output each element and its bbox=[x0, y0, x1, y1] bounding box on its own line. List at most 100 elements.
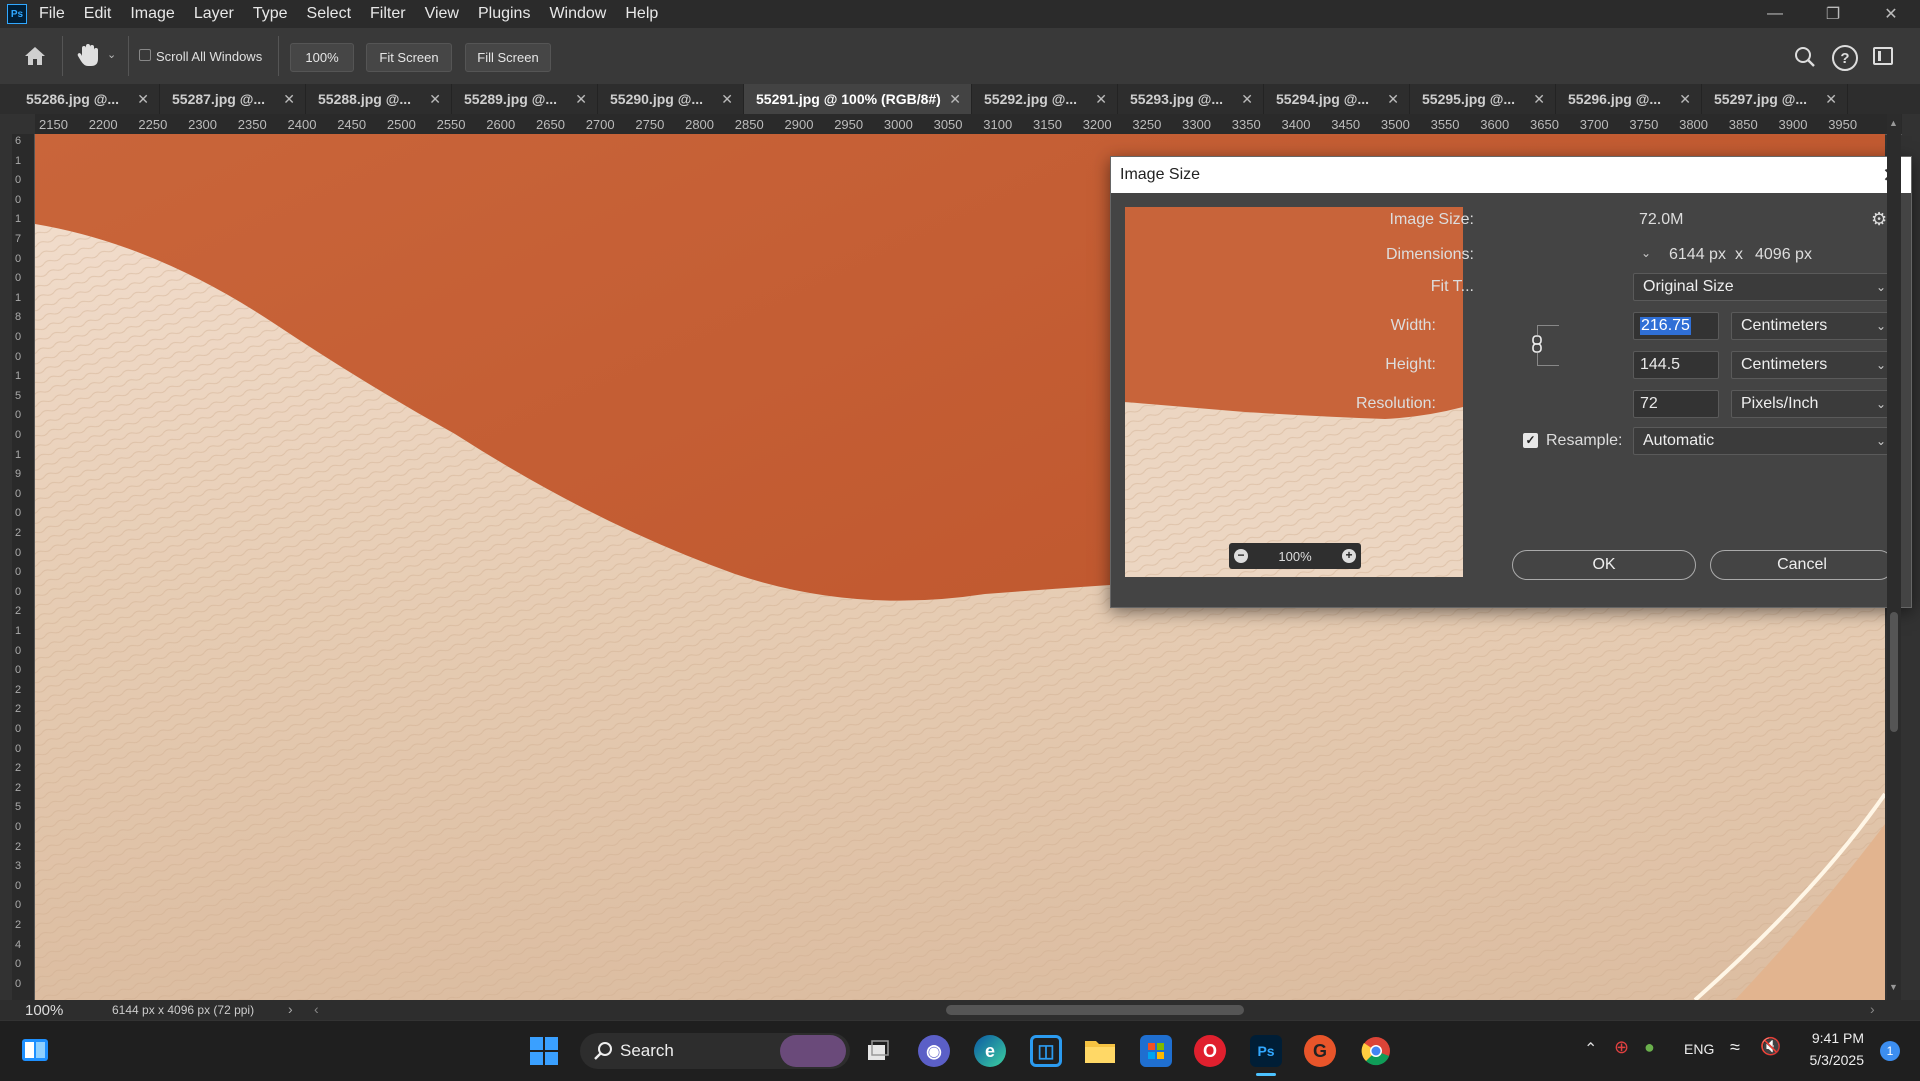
vertical-scrollbar[interactable]: ▲ ▼ bbox=[1887, 114, 1901, 1000]
height-input[interactable]: 144.5 bbox=[1633, 351, 1719, 379]
zoom-100-button[interactable]: 100% bbox=[290, 43, 354, 72]
status-zoom[interactable]: 100% bbox=[25, 1002, 63, 1019]
scroll-down-icon[interactable]: ▼ bbox=[1889, 982, 1898, 992]
close-tab-icon[interactable]: ✕ bbox=[1679, 91, 1691, 108]
search-icon[interactable] bbox=[1793, 45, 1817, 74]
horizontal-scroll-thumb[interactable] bbox=[946, 1005, 1244, 1015]
tab-55293[interactable]: 55293.jpg @... ✕ bbox=[1118, 84, 1264, 114]
restore-icon[interactable]: ❐ bbox=[1804, 0, 1862, 28]
close-tab-icon[interactable]: ✕ bbox=[721, 91, 733, 108]
tab-55289[interactable]: 55289.jpg @... ✕ bbox=[452, 84, 598, 114]
menu-filter[interactable]: Filter bbox=[370, 5, 406, 23]
height-unit-select[interactable]: Centimeters ⌄ bbox=[1731, 351, 1895, 379]
zoom-out-icon[interactable]: − bbox=[1234, 549, 1248, 563]
scroll-up-icon[interactable]: ▲ bbox=[1889, 118, 1898, 128]
tab-55292[interactable]: 55292.jpg @... ✕ bbox=[972, 84, 1118, 114]
photoshop-taskbar-icon[interactable]: Ps bbox=[1250, 1035, 1282, 1067]
close-window-icon[interactable]: ✕ bbox=[1862, 0, 1920, 28]
close-tab-icon[interactable]: ✕ bbox=[1533, 91, 1545, 108]
menu-view[interactable]: View bbox=[425, 5, 459, 23]
horizontal-ruler[interactable]: 2150 2200 2250 2300 2350 2400 2450 2500 2550 2600… bbox=[35, 114, 1902, 135]
width-input[interactable]: 216.75 bbox=[1633, 312, 1719, 340]
close-tab-icon[interactable]: ✕ bbox=[575, 91, 587, 108]
scroll-all-windows-checkbox[interactable] bbox=[139, 49, 151, 61]
taskbar-search-box[interactable]: Search bbox=[580, 1033, 850, 1069]
constrain-proportions-link-icon[interactable] bbox=[1531, 335, 1543, 353]
teams-chat-icon[interactable]: ◉ bbox=[918, 1035, 950, 1067]
hand-tool-icon[interactable] bbox=[76, 42, 100, 68]
widgets-icon[interactable] bbox=[20, 1035, 50, 1065]
opera-browser-icon[interactable]: O bbox=[1194, 1035, 1226, 1067]
menu-image[interactable]: Image bbox=[130, 5, 174, 23]
menu-edit[interactable]: Edit bbox=[84, 5, 112, 23]
fit-to-select[interactable]: Original Size ⌄ bbox=[1633, 273, 1895, 301]
cancel-button[interactable]: Cancel bbox=[1710, 550, 1894, 580]
help-icon[interactable]: ? bbox=[1832, 45, 1858, 71]
workspace-icon[interactable] bbox=[1873, 47, 1893, 65]
tab-55287[interactable]: 55287.jpg @... ✕ bbox=[160, 84, 306, 114]
tab-55286[interactable]: 55286.jpg @... ✕ bbox=[14, 84, 160, 114]
menu-help[interactable]: Help bbox=[625, 5, 658, 23]
width-unit-select[interactable]: Centimeters ⌄ bbox=[1731, 312, 1895, 340]
minimize-icon[interactable]: — bbox=[1746, 0, 1804, 28]
microsoft-store-icon[interactable] bbox=[1140, 1035, 1172, 1067]
menu-window[interactable]: Window bbox=[549, 5, 606, 23]
tool-preset-chevron-icon[interactable]: ⌄ bbox=[107, 48, 116, 61]
scroll-left-icon[interactable]: ‹ bbox=[314, 1001, 319, 1017]
resample-checkbox[interactable]: ✓ bbox=[1523, 433, 1538, 448]
menu-file[interactable]: File bbox=[39, 5, 65, 23]
tab-55295[interactable]: 55295.jpg @... ✕ bbox=[1410, 84, 1556, 114]
menu-layer[interactable]: Layer bbox=[194, 5, 234, 23]
resolution-unit-select[interactable]: Pixels/Inch ⌄ bbox=[1731, 390, 1895, 418]
network-globe-tray-icon[interactable]: ● bbox=[1644, 1037, 1655, 1058]
language-indicator[interactable]: ENG bbox=[1684, 1041, 1714, 1057]
tab-55291-active[interactable]: 55291.jpg @ 100% (RGB/8#) ✕ bbox=[744, 84, 972, 114]
task-view-icon[interactable] bbox=[862, 1035, 894, 1067]
fill-screen-button[interactable]: Fill Screen bbox=[465, 43, 551, 72]
menu-plugins[interactable]: Plugins bbox=[478, 5, 530, 23]
resample-select[interactable]: Automatic ⌄ bbox=[1633, 427, 1895, 455]
home-icon[interactable] bbox=[22, 44, 48, 68]
close-tab-icon[interactable]: ✕ bbox=[1241, 91, 1253, 108]
clock-date[interactable]: 5/3/2025 bbox=[1784, 1052, 1865, 1068]
close-tab-icon[interactable]: ✕ bbox=[1825, 91, 1837, 108]
show-hidden-icons-icon[interactable]: ⌃ bbox=[1584, 1039, 1597, 1059]
dimensions-height-value: 4096 px bbox=[1755, 246, 1812, 263]
scroll-right-icon[interactable]: › bbox=[1870, 1001, 1875, 1017]
zoom-in-icon[interactable]: + bbox=[1342, 549, 1356, 563]
grammarly-icon[interactable]: G bbox=[1304, 1035, 1336, 1067]
status-expand-icon[interactable]: › bbox=[288, 1001, 293, 1017]
menu-select[interactable]: Select bbox=[307, 5, 351, 23]
snipping-tool-icon[interactable]: ◫ bbox=[1030, 1035, 1062, 1067]
vertical-scroll-thumb[interactable] bbox=[1890, 612, 1898, 732]
fit-screen-button[interactable]: Fit Screen bbox=[366, 43, 452, 72]
file-explorer-icon[interactable] bbox=[1084, 1035, 1116, 1067]
close-tab-icon[interactable]: ✕ bbox=[137, 91, 149, 108]
edge-browser-icon[interactable]: e bbox=[974, 1035, 1006, 1067]
close-tab-icon[interactable]: ✕ bbox=[429, 91, 441, 108]
tab-55294[interactable]: 55294.jpg @... ✕ bbox=[1264, 84, 1410, 114]
vpn-tray-icon[interactable]: ⊕ bbox=[1614, 1037, 1629, 1058]
chrome-browser-icon[interactable] bbox=[1360, 1035, 1392, 1067]
notification-badge[interactable]: 1 bbox=[1880, 1041, 1900, 1061]
clock-time[interactable]: 9:41 PM bbox=[1784, 1030, 1864, 1046]
start-windows-icon[interactable] bbox=[528, 1035, 560, 1067]
tab-55296[interactable]: 55296.jpg @... ✕ bbox=[1556, 84, 1702, 114]
volume-muted-icon[interactable]: 🔇 bbox=[1760, 1037, 1781, 1057]
settings-gear-icon[interactable]: ⚙ bbox=[1871, 209, 1887, 230]
status-doc-info[interactable]: 6144 px x 4096 px (72 ppi) bbox=[112, 1003, 254, 1017]
fit-to-value: Original Size bbox=[1643, 278, 1734, 295]
tab-55297[interactable]: 55297.jpg @... ✕ bbox=[1702, 84, 1848, 114]
resolution-input[interactable]: 72 bbox=[1633, 390, 1719, 418]
close-tab-icon[interactable]: ✕ bbox=[949, 91, 961, 108]
tab-55288[interactable]: 55288.jpg @... ✕ bbox=[306, 84, 452, 114]
close-tab-icon[interactable]: ✕ bbox=[1095, 91, 1107, 108]
wifi-icon[interactable]: ≈ bbox=[1730, 1037, 1740, 1058]
vertical-ruler[interactable]: 6 1 0 0 1 7 0 0 1 8 0 0 1 5 0 0 1 9 0 0 2 0 0 0 2 1 0 0 2 2 0 0 2 2 5 0 2 3 0 0… bbox=[12, 134, 35, 1000]
ok-button[interactable]: OK bbox=[1512, 550, 1696, 580]
close-tab-icon[interactable]: ✕ bbox=[1387, 91, 1399, 108]
dimensions-units-dropdown-icon[interactable]: ⌄ bbox=[1641, 246, 1651, 260]
menu-type[interactable]: Type bbox=[253, 5, 288, 23]
tab-55290[interactable]: 55290.jpg @... ✕ bbox=[598, 84, 744, 114]
close-tab-icon[interactable]: ✕ bbox=[283, 91, 295, 108]
